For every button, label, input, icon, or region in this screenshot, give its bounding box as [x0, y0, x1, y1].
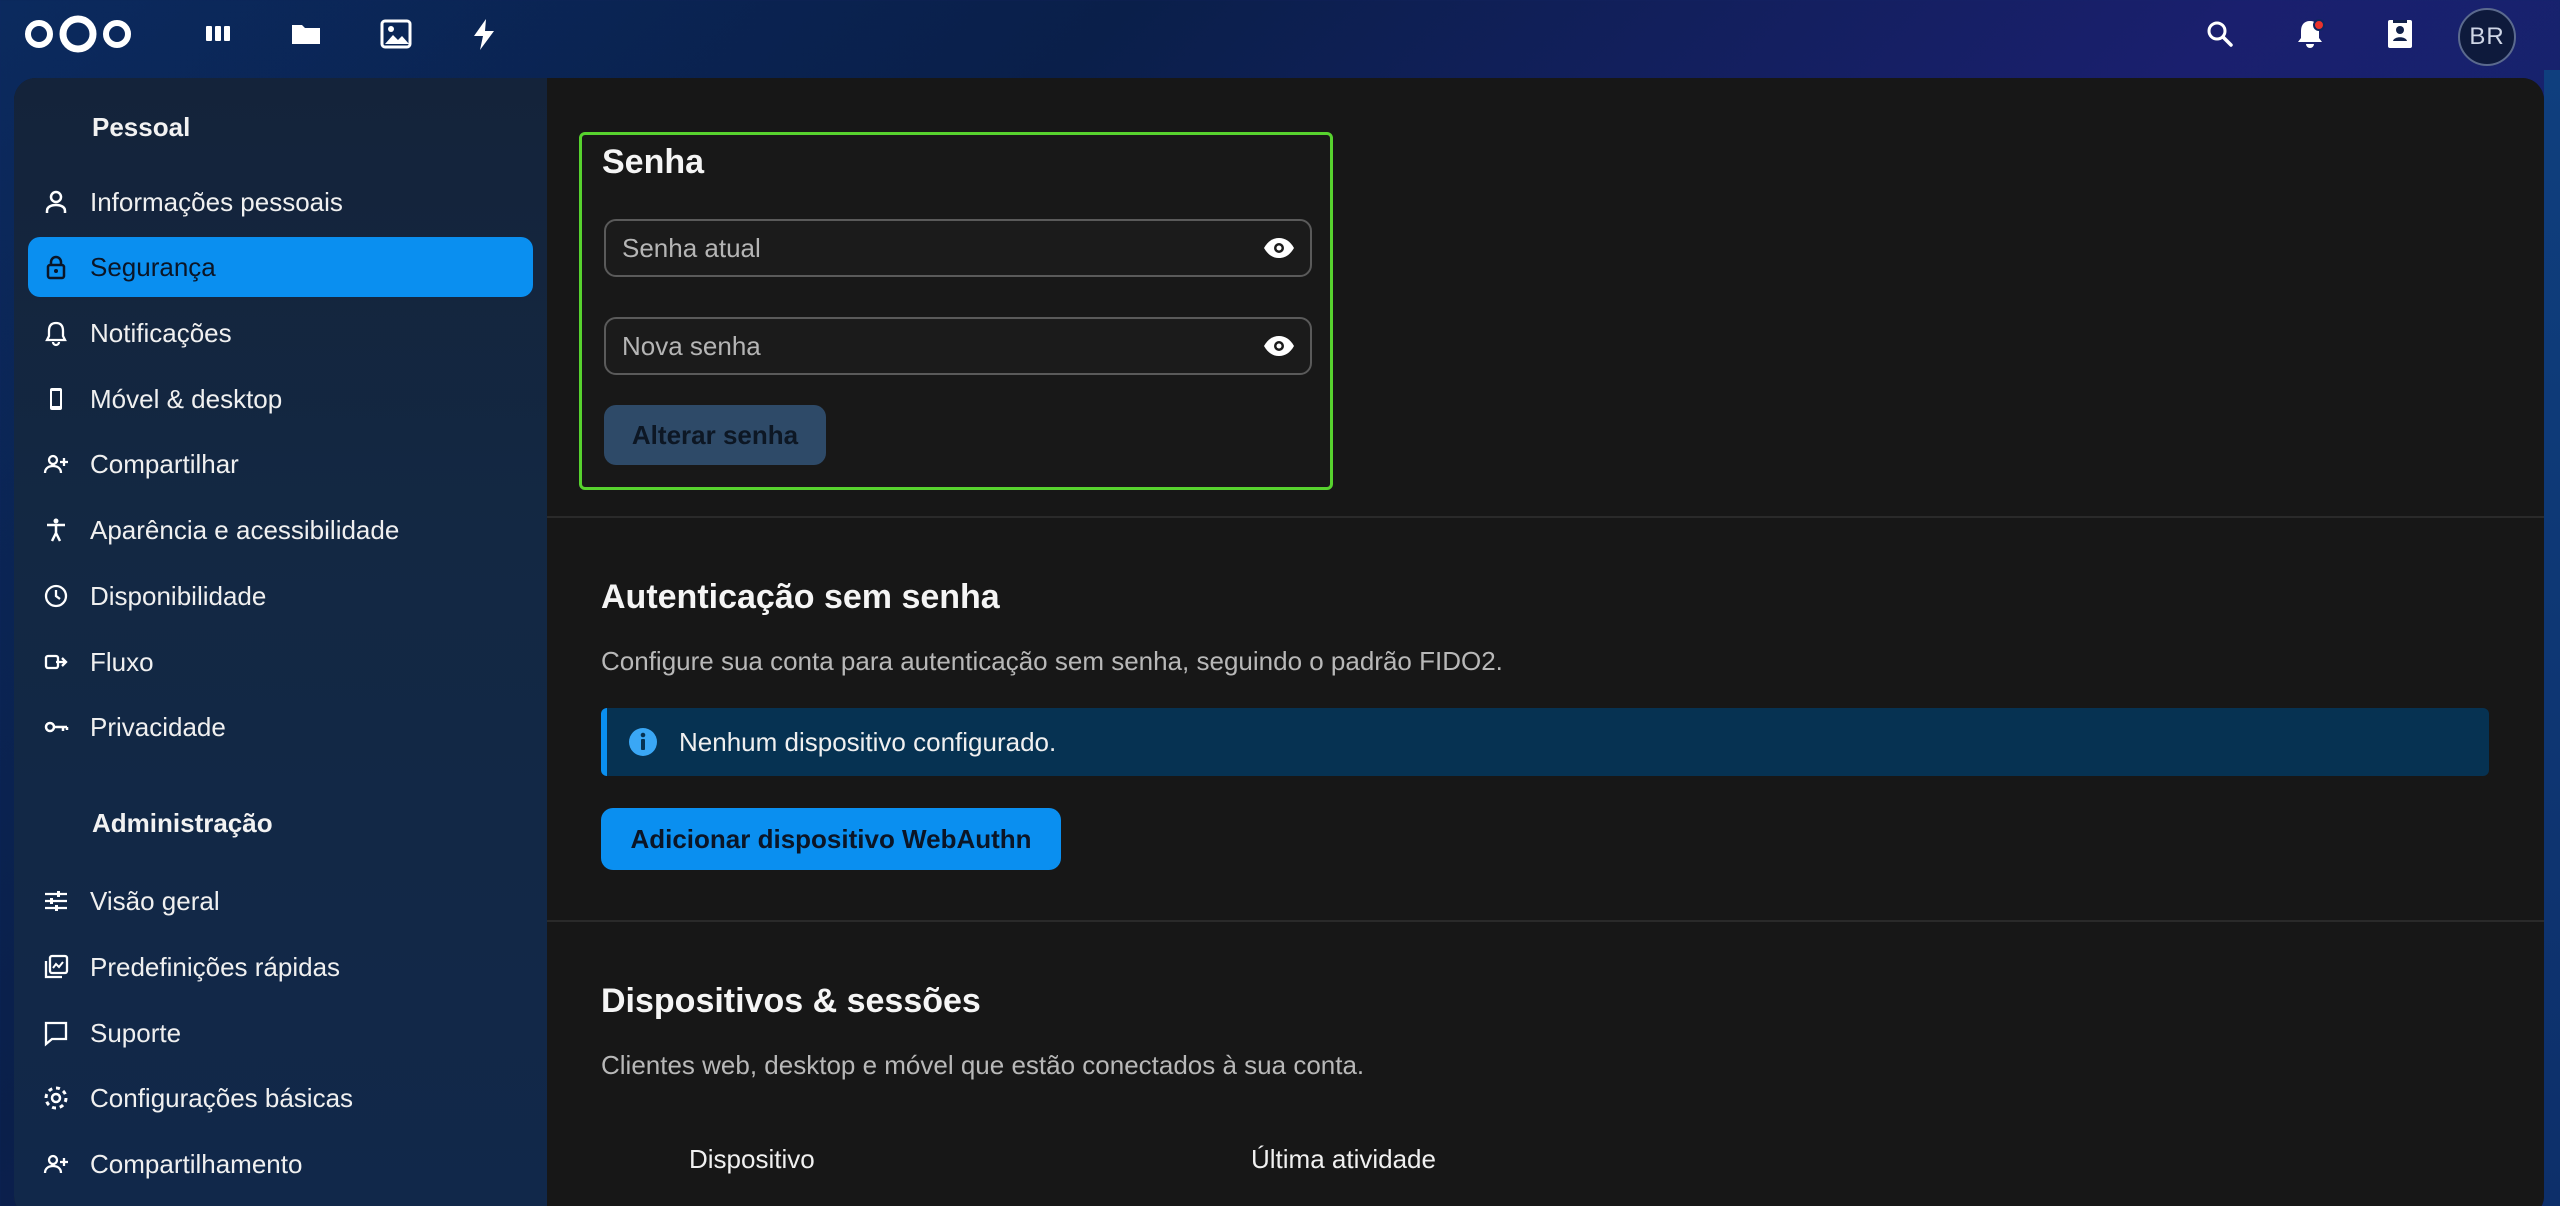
sidebar-item-label: Privacidade: [90, 711, 226, 742]
sidebar-item-support[interactable]: Suporte: [28, 1003, 533, 1063]
sidebar-item-label: Segurança: [90, 251, 216, 282]
top-bar: BR: [0, 0, 2560, 72]
sidebar-item-label: Disponibilidade: [90, 580, 267, 611]
password-title: Senha: [602, 143, 705, 181]
presets-icon: [42, 953, 70, 981]
show-password-icon[interactable]: [1262, 231, 1296, 265]
flow-icon: [42, 648, 70, 676]
no-devices-text: Nenhum dispositivo configurado.: [679, 726, 1057, 757]
sidebar-item-notifications[interactable]: Notificações: [28, 303, 533, 363]
sidebar-item-basic-settings[interactable]: Configurações básicas: [28, 1068, 533, 1128]
personal-caption: Pessoal: [92, 112, 191, 142]
current-password-field[interactable]: [604, 219, 1312, 277]
settings-window: Pessoal Informações pessoais Segurança N…: [14, 78, 2544, 1206]
admin-caption: Administração: [92, 808, 273, 838]
sidebar-item-label: Visão geral: [90, 885, 220, 916]
sidebar: Pessoal Informações pessoais Segurança N…: [14, 78, 547, 1206]
sidebar-item-personal-info[interactable]: Informações pessoais: [28, 172, 533, 232]
sidebar-item-label: Configurações básicas: [90, 1082, 354, 1113]
sidebar-item-privacy[interactable]: Privacidade: [28, 697, 533, 757]
dashboard-icon[interactable]: [200, 16, 236, 52]
nextcloud-logo[interactable]: [22, 14, 134, 54]
user-icon: [42, 188, 70, 216]
info-icon: [629, 728, 657, 756]
avatar[interactable]: BR: [2458, 8, 2516, 66]
sidebar-item-label: Móvel & desktop: [90, 383, 283, 414]
notifications-icon[interactable]: [2292, 16, 2328, 52]
search-icon[interactable]: [2202, 16, 2238, 52]
no-devices-notice: Nenhum dispositivo configurado.: [601, 708, 2489, 776]
photos-icon[interactable]: [378, 16, 414, 52]
contacts-icon[interactable]: [2382, 16, 2418, 52]
sidebar-item-label: Predefinições rápidas: [90, 951, 341, 982]
accessibility-icon: [42, 516, 70, 544]
main-content: Senha Alterar senha Autenticação sem sen…: [547, 78, 2544, 1206]
column-header-last-activity[interactable]: Última atividade: [1251, 1144, 1436, 1175]
notification-badge: [2313, 19, 2325, 31]
key-icon: [42, 713, 70, 741]
sidebar-item-availability[interactable]: Disponibilidade: [28, 566, 533, 626]
bell-icon: [42, 319, 70, 347]
show-password-icon[interactable]: [1262, 329, 1296, 363]
gear-icon: [42, 1084, 70, 1112]
lock-icon: [42, 253, 70, 281]
clock-icon: [42, 582, 70, 610]
current-password-input[interactable]: [622, 232, 1262, 264]
sidebar-item-label: Fluxo: [90, 646, 154, 677]
sidebar-item-label: Aparência e acessibilidade: [90, 514, 400, 545]
sidebar-item-label: Notificações: [90, 317, 232, 348]
share-user-icon: [42, 1150, 70, 1178]
sidebar-item-appearance[interactable]: Aparência e acessibilidade: [28, 500, 533, 560]
sidebar-item-overview[interactable]: Visão geral: [28, 871, 533, 931]
scrollbar-track[interactable]: [2544, 70, 2560, 1206]
sidebar-item-label: Suporte: [90, 1017, 182, 1048]
add-webauthn-button[interactable]: Adicionar dispositivo WebAuthn: [601, 808, 1061, 870]
activity-icon[interactable]: [466, 16, 502, 52]
sessions-title: Dispositivos & sessões: [601, 982, 981, 1020]
new-password-input[interactable]: [622, 330, 1262, 362]
sessions-description: Clientes web, desktop e móvel que estão …: [601, 1050, 1365, 1080]
column-header-device[interactable]: Dispositivo: [689, 1144, 815, 1175]
sidebar-item-label: Informações pessoais: [90, 186, 343, 217]
sidebar-item-label: Compartilhar: [90, 448, 239, 479]
chat-icon: [42, 1019, 70, 1047]
section-divider: [547, 516, 2544, 518]
files-icon[interactable]: [288, 16, 324, 52]
sidebar-item-mobile-desktop[interactable]: Móvel & desktop: [28, 369, 533, 429]
passwordless-title: Autenticação sem senha: [601, 578, 1000, 616]
sidebar-item-presets[interactable]: Predefinições rápidas: [28, 937, 533, 997]
sliders-icon: [42, 887, 70, 915]
passwordless-description: Configure sua conta para autenticação se…: [601, 646, 1503, 676]
sidebar-item-sharing[interactable]: Compartilhamento: [28, 1134, 533, 1194]
sidebar-item-label: Compartilhamento: [90, 1148, 303, 1179]
sidebar-item-share[interactable]: Compartilhar: [28, 434, 533, 494]
sidebar-item-flow[interactable]: Fluxo: [28, 632, 533, 692]
sidebar-item-security[interactable]: Segurança: [28, 237, 533, 297]
new-password-field[interactable]: [604, 317, 1312, 375]
share-user-icon: [42, 450, 70, 478]
section-divider: [547, 920, 2544, 922]
password-section: Senha Alterar senha: [579, 132, 1333, 490]
phone-icon: [42, 385, 70, 413]
change-password-button[interactable]: Alterar senha: [604, 405, 826, 465]
